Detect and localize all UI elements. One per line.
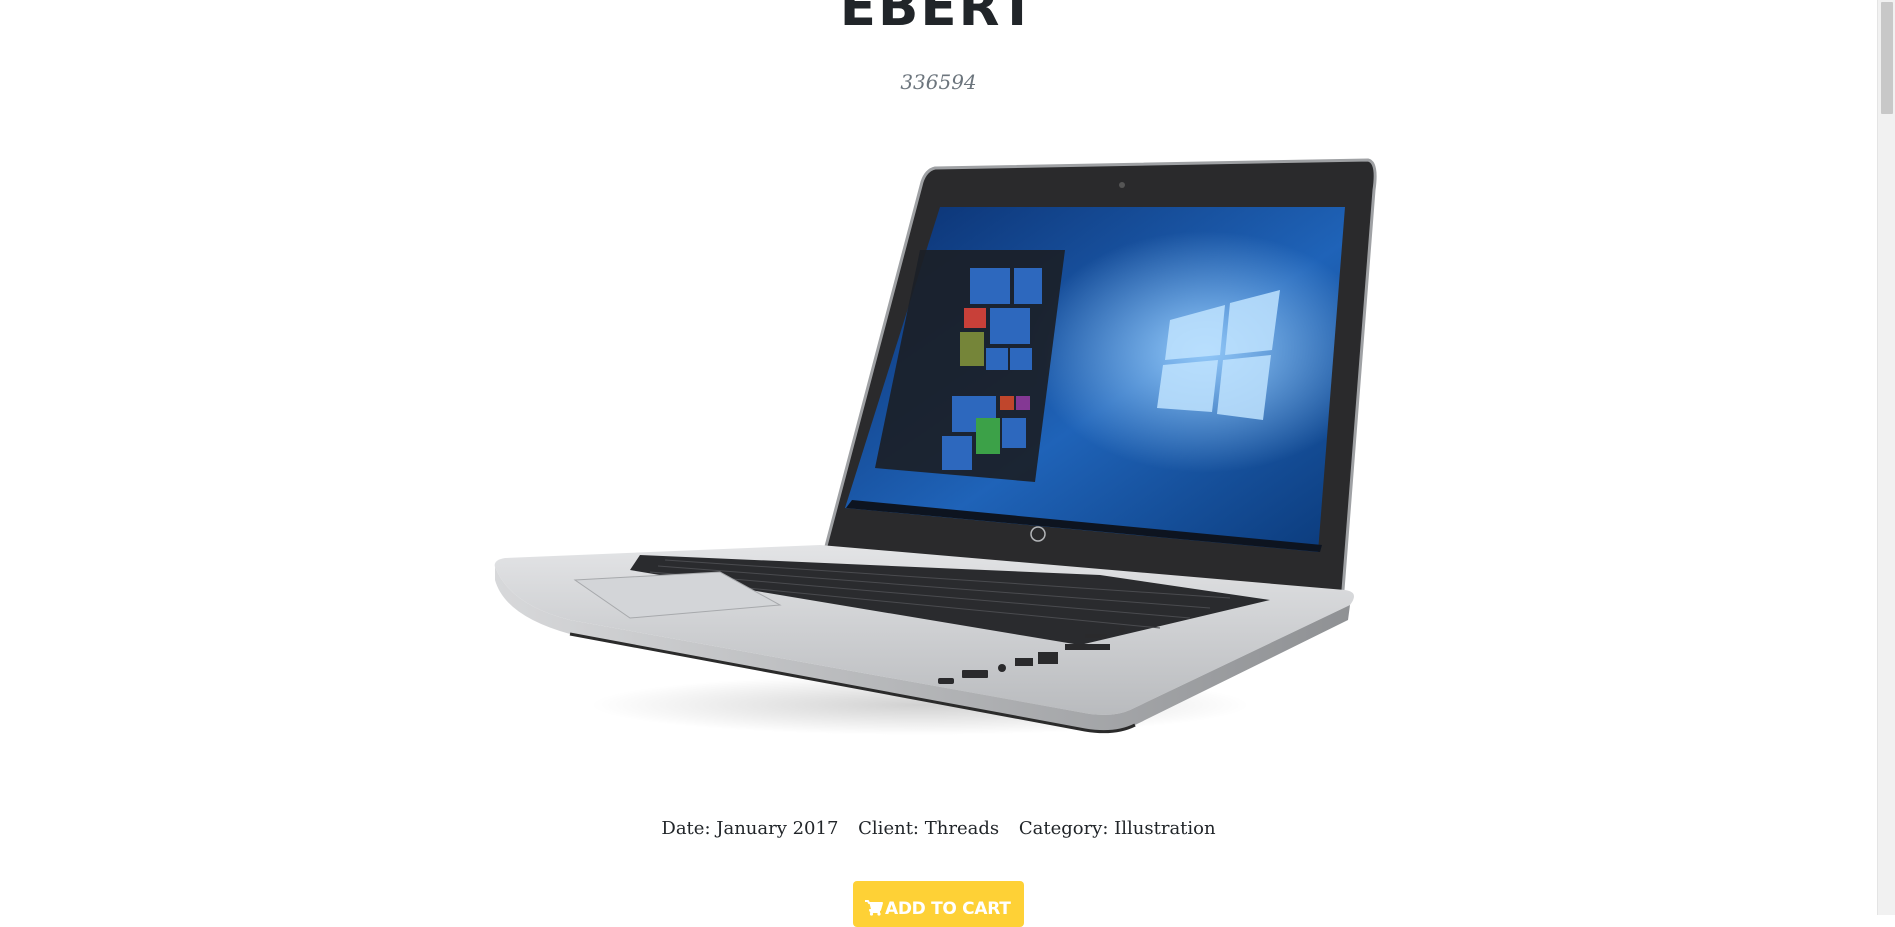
product-subtitle: 336594 <box>900 70 977 94</box>
meta-client: Client: Threads <box>858 818 1000 839</box>
product-page: EBERT 336594 Date: January 2017 Client: … <box>0 0 1877 927</box>
meta-category: Category: Illustration <box>1018 818 1216 839</box>
scrollbar-thumb[interactable] <box>1881 2 1893 114</box>
add-to-cart-button[interactable]: ADD TO CART <box>853 881 1024 927</box>
meta-date: Date: January 2017 <box>661 818 839 839</box>
shopping-cart-icon <box>865 899 883 916</box>
vertical-scrollbar[interactable] <box>1877 0 1895 915</box>
project-meta: Date: January 2017 Client: Threads Categ… <box>0 816 1877 842</box>
add-to-cart-label: ADD TO CART <box>885 898 1011 919</box>
product-title: EBERT <box>839 0 1038 38</box>
product-image <box>494 158 1377 735</box>
